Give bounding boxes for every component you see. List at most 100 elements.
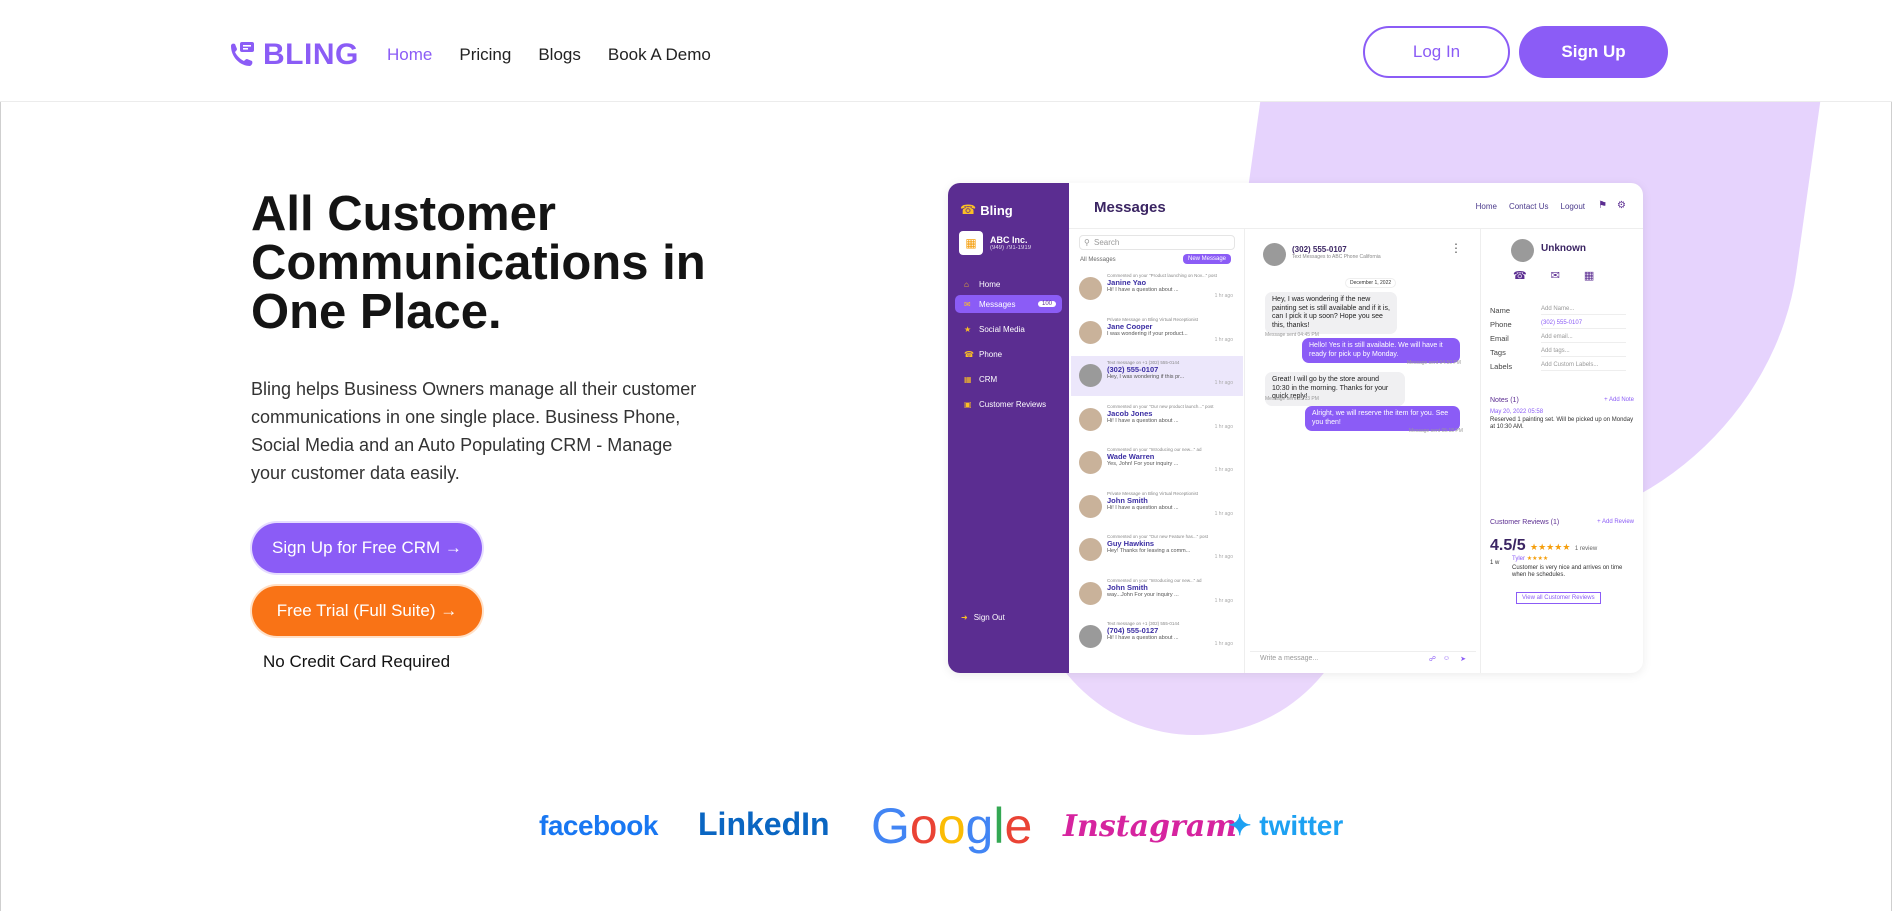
add-note-button[interactable]: + Add Note [1604,397,1634,403]
sign-out-link[interactable]: ➜ Sign Out [961,613,1005,622]
avatar [1079,277,1102,300]
gear-icon[interactable]: ⚙ [1617,200,1626,211]
more-options-icon[interactable]: ⋮ [1450,241,1462,255]
conversation-time: 1 hr ago [1214,554,1233,560]
avatar [1079,538,1102,561]
detail-label: Labels [1490,362,1513,371]
conversation-snippet: Yes, John! For your inquiry ... [1107,461,1179,467]
google-logo: Google [871,798,1033,854]
sidebar-item-phone[interactable]: ☎ Phone [955,345,1062,363]
conversation-name: Janine Yao [1107,278,1147,287]
logo[interactable]: BLING [227,38,359,72]
review-age: 1 w [1490,560,1500,566]
call-icon[interactable]: ☎ [1513,269,1527,282]
sidebar-item-home[interactable]: ⌂ Home [955,275,1062,293]
avatar [1079,320,1102,344]
conversation-snippet: Hi! I have a question about ... [1107,287,1179,293]
avatar [1079,581,1102,605]
conversation-item[interactable]: Commented on your "Our new Feature has..… [1071,530,1243,570]
sidebar-item-social-media[interactable]: ★ Social Media [955,320,1062,338]
nav-book-demo[interactable]: Book A Demo [608,45,711,65]
new-message-button[interactable]: New Message [1183,254,1232,264]
reviews-icon: ▣ [964,399,972,409]
sidebar-item-label: Customer Reviews [979,399,1047,409]
detail-row-tags: Tags Add tags... [1490,348,1626,357]
conversation-body: Private Message on Bling Virtual Recepti… [1107,491,1207,523]
bell-icon[interactable]: ⚑ [1598,200,1607,211]
conversation-item[interactable]: Text message on +1 (302) 555-0144 (704) 5… [1071,617,1243,657]
conversation-time: 1 hr ago [1214,641,1233,647]
app-preview: ☎ Bling ▦ ABC Inc. (949) 791-1919 ⌂ Home… [948,183,1643,673]
conversation-body: Commented on your "Product launching on … [1107,273,1217,305]
sidebar-item-label: Messages [979,299,1016,309]
attach-icon[interactable]: ☍ [1429,655,1436,663]
message-composer-input[interactable]: Write a message... ☍ ☺ ➤ [1250,651,1476,665]
conversation-snippet: way...John For your inquiry ... [1107,591,1179,598]
emoji-icon[interactable]: ☺ [1443,655,1450,662]
conversation-item[interactable]: Commented on your "Introducing our new..… [1071,574,1243,614]
logo-text: BLING [263,38,359,71]
company-card: ▦ ABC Inc. (949) 791-1919 [959,231,1031,255]
nav-blogs[interactable]: Blogs [538,45,581,65]
conversation-name: John Smith [1107,582,1148,592]
avatar [1511,239,1534,262]
chat-panel: (302) 555-0107 Text Messages to ABC Phon… [1245,229,1481,673]
sidebar-item-crm[interactable]: ▦ CRM [955,370,1062,388]
detail-email-field[interactable]: Add email... [1541,334,1626,343]
conversation-item[interactable]: Commented on your "Product launching on … [1071,269,1243,309]
free-trial-button[interactable]: Free Trial (Full Suite) → [252,586,482,636]
avatar [1079,625,1102,648]
conversation-item[interactable]: Commented on your "Our new product launc… [1071,400,1243,440]
message-icon[interactable]: ✉ [1551,269,1560,282]
detail-row-name: Name Add Name... [1490,306,1626,315]
reviews-title: Customer Reviews (1) [1490,519,1560,526]
send-icon[interactable]: ➤ [1460,655,1466,663]
app-link-home[interactable]: Home [1476,202,1497,211]
app-link-logout[interactable]: Logout [1561,202,1585,211]
calendar-icon[interactable]: ▦ [1584,269,1594,282]
review-text: Customer is very nice and arrives on tim… [1512,565,1623,578]
conversation-item[interactable]: Private Message on Bling Virtual Recepti… [1071,313,1243,353]
conversation-body: Commented on your "Our new product launc… [1107,404,1214,436]
login-button[interactable]: Log In [1363,26,1510,78]
conversation-item[interactable]: Private Message on Bling Virtual Recepti… [1071,487,1243,527]
message-filter-select[interactable]: All Messages [1080,257,1116,263]
avatar [1079,494,1102,518]
conversation-item[interactable]: Text message on +1 (302) 555-0144 (302) 5… [1071,356,1243,396]
signup-button[interactable]: Sign Up [1519,26,1668,78]
twitter-text: twitter [1259,810,1344,841]
no-credit-card-note: No Credit Card Required [263,652,451,671]
nav-home[interactable]: Home [387,45,432,65]
nav-pricing[interactable]: Pricing [459,45,511,65]
conversation-meta: Private Message on Bling Virtual Recepti… [1107,490,1198,496]
detail-labels-field[interactable]: Add Custom Labels... [1541,362,1626,371]
sidebar-item-messages[interactable]: ✉ Messages 100 [955,295,1062,313]
signup-free-crm-button[interactable]: Sign Up for Free CRM → [252,523,482,573]
app-link-contact[interactable]: Contact Us [1509,202,1549,211]
instagram-logo: Instagram [1063,809,1237,844]
detail-label: Tags [1490,348,1506,357]
rating-score: 4.5/5 ★★★★★ 1 review [1490,537,1597,555]
conversation-name: Jacob Jones [1107,408,1153,418]
twitter-logo: ✦ twitter [1228,809,1343,842]
note-date: May 20, 2022 05:58 [1490,409,1544,415]
add-review-button[interactable]: + Add Review [1597,519,1634,525]
conversation-body: Commented on your "Introducing our new..… [1107,578,1207,610]
conversation-list: ⚲ Search All Messages New Message Commen… [1069,229,1245,673]
chat-timestamp: Message sent 04:50 PM [1407,360,1461,366]
hero-title: All Customer Communications in One Place… [251,187,706,339]
star-rating-icon: ★★★★★ [1530,542,1571,552]
search-placeholder: Search [1094,238,1120,247]
conversation-search-input[interactable]: ⚲ Search [1079,235,1235,250]
detail-name-field[interactable]: Add Name... [1541,306,1626,315]
sidebar-item-customer-reviews[interactable]: ▣ Customer Reviews [955,395,1062,413]
linkedin-text: LinkedIn [698,806,830,842]
rating-value: 4.5/5 [1490,537,1526,554]
view-all-reviews-button[interactable]: View all Customer Reviews [1516,592,1601,604]
detail-tags-field[interactable]: Add tags... [1541,348,1626,357]
app-top-icons: ⚑ ⚙ [1598,200,1626,211]
conversation-body: Commented on your "Our new Feature has..… [1107,534,1208,566]
chat-bubble-incoming: Hey, I was wondering if the new painting… [1265,292,1397,334]
conversation-item[interactable]: Commented on your "Introducing our new..… [1071,443,1243,483]
detail-phone-field[interactable]: (302) 555-0107 [1541,320,1626,329]
